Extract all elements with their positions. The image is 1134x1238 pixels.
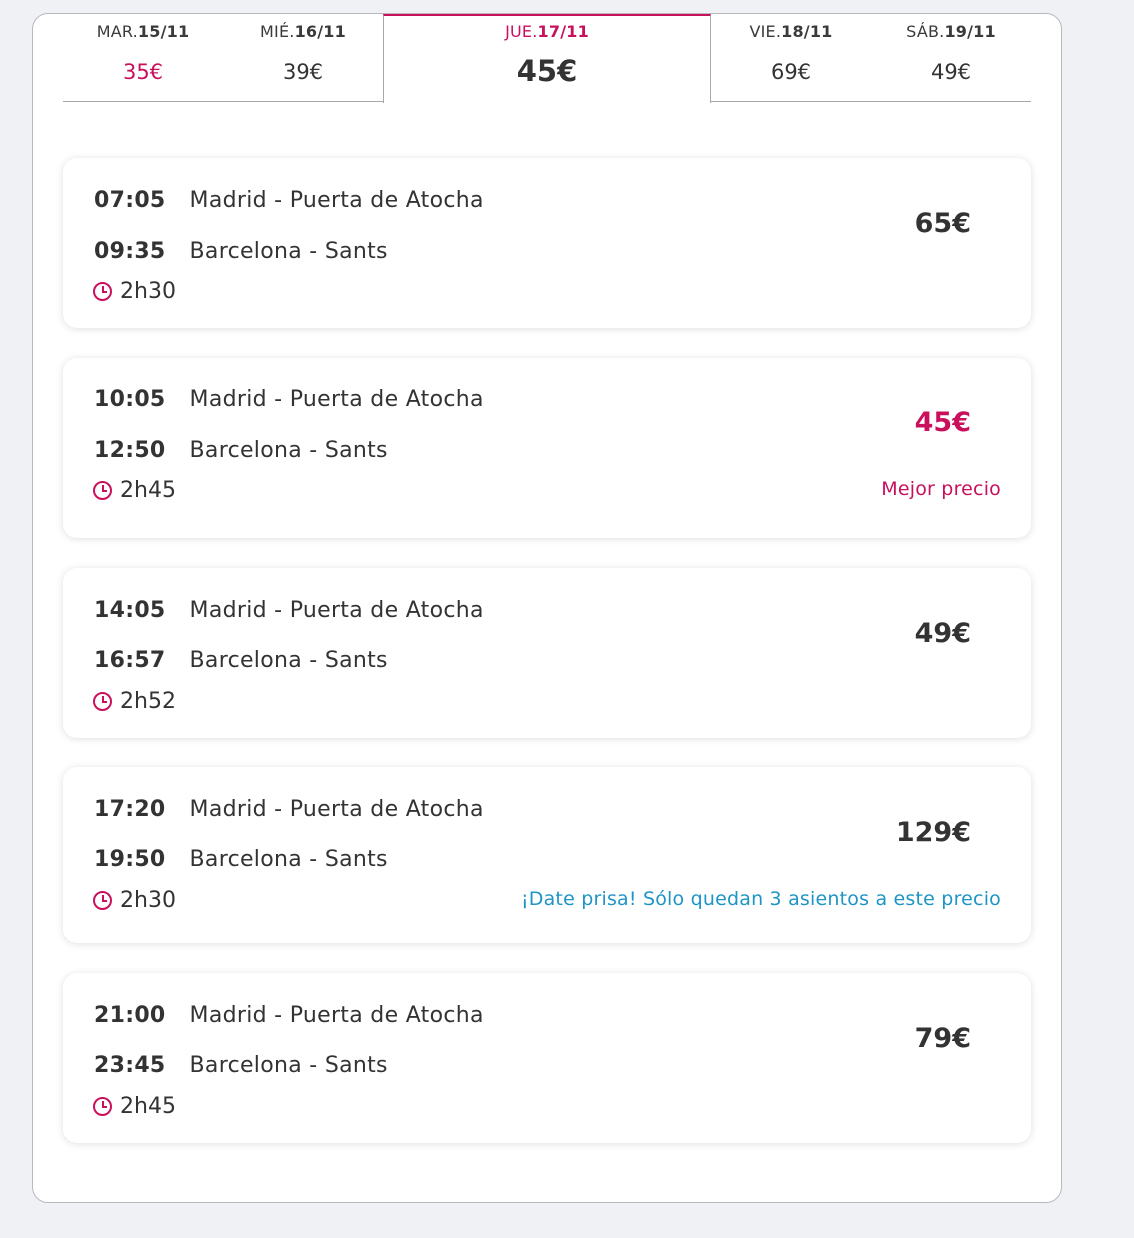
arrival-station: Barcelona - Sants [189, 648, 388, 673]
arrival-row: 23:45 Barcelona - Sants [94, 1053, 388, 1078]
tab-date-label: VIE.18/11 [749, 22, 833, 41]
duration: 2h45 [93, 1094, 176, 1119]
duration-value: 2h30 [120, 279, 176, 304]
arrival-row: 19:50 Barcelona - Sants [94, 847, 388, 872]
arrival-time: 12:50 [94, 438, 166, 463]
departure-row: 14:05 Madrid - Puerta de Atocha [94, 598, 484, 623]
duration-value: 2h30 [120, 888, 176, 913]
departure-time: 10:05 [94, 387, 166, 412]
departure-station: Madrid - Puerta de Atocha [189, 1003, 484, 1028]
tab-date-16-11[interactable]: MIÉ.16/11 39€ [223, 14, 383, 102]
trip-price: 79€ [914, 1023, 971, 1054]
best-price-label: Mejor precio [881, 478, 1001, 500]
departure-time: 21:00 [94, 1003, 166, 1028]
arrival-station: Barcelona - Sants [189, 239, 388, 264]
tab-date-15-11[interactable]: MAR.15/11 35€ [63, 14, 223, 102]
tab-price: 39€ [282, 60, 324, 84]
arrival-station: Barcelona - Sants [189, 1053, 388, 1078]
tab-date-17-11[interactable]: JUE.17/11 45€ [383, 14, 711, 105]
duration-value: 2h45 [120, 1094, 176, 1119]
duration-value: 2h52 [120, 689, 176, 714]
trip-card[interactable]: 10:05 Madrid - Puerta de Atocha 12:50 Barc… [63, 358, 1031, 538]
trip-price: 49€ [914, 618, 971, 649]
duration: 2h30 [93, 888, 176, 913]
arrival-time: 23:45 [94, 1053, 166, 1078]
clock-icon [93, 891, 112, 910]
departure-station: Madrid - Puerta de Atocha [189, 797, 484, 822]
duration: 2h30 [93, 279, 176, 304]
duration-value: 2h45 [120, 478, 176, 503]
departure-station: Madrid - Puerta de Atocha [189, 598, 484, 623]
tab-date-label: SÁB.19/11 [906, 22, 996, 41]
tab-price: 45€ [516, 54, 578, 88]
trip-card[interactable]: 14:05 Madrid - Puerta de Atocha 16:57 Barc… [63, 568, 1031, 738]
departure-row: 21:00 Madrid - Puerta de Atocha [94, 1003, 484, 1028]
low-seats-warning: ¡Date prisa! Sólo quedan 3 asientos a es… [520, 888, 1001, 910]
tab-price: 49€ [930, 60, 972, 84]
trip-card[interactable]: 17:20 Madrid - Puerta de Atocha 19:50 Barc… [63, 767, 1031, 943]
arrival-row: 12:50 Barcelona - Sants [94, 438, 388, 463]
clock-icon [93, 1097, 112, 1116]
trip-card[interactable]: 21:00 Madrid - Puerta de Atocha 23:45 Barc… [63, 973, 1031, 1143]
tab-date-19-11[interactable]: SÁB.19/11 49€ [871, 14, 1031, 102]
arrival-time: 19:50 [94, 847, 166, 872]
departure-time: 07:05 [94, 188, 166, 213]
tab-price: 35€ [122, 60, 164, 84]
trip-price: 45€ [914, 407, 971, 438]
tab-date-label: MAR.15/11 [96, 22, 190, 41]
clock-icon [93, 481, 112, 500]
arrival-station: Barcelona - Sants [189, 438, 388, 463]
trip-card[interactable]: 07:05 Madrid - Puerta de Atocha 09:35 Barc… [63, 158, 1031, 328]
trip-price: 65€ [914, 208, 971, 239]
departure-time: 17:20 [94, 797, 166, 822]
departure-station: Madrid - Puerta de Atocha [189, 387, 484, 412]
date-tabs: MAR.15/11 35€ MIÉ.16/11 39€ JUE.17/11 45… [63, 14, 1031, 105]
tab-date-18-11[interactable]: VIE.18/11 69€ [711, 14, 871, 102]
departure-row: 17:20 Madrid - Puerta de Atocha [94, 797, 484, 822]
departure-time: 14:05 [94, 598, 166, 623]
arrival-station: Barcelona - Sants [189, 847, 388, 872]
duration: 2h45 [93, 478, 176, 503]
clock-icon [93, 692, 112, 711]
trip-price: 129€ [895, 817, 971, 848]
tab-date-label: JUE.17/11 [505, 22, 589, 41]
duration: 2h52 [93, 689, 176, 714]
departure-row: 10:05 Madrid - Puerta de Atocha [94, 387, 484, 412]
departure-row: 07:05 Madrid - Puerta de Atocha [94, 188, 484, 213]
arrival-time: 16:57 [94, 648, 166, 673]
tab-price: 69€ [770, 60, 812, 84]
departure-station: Madrid - Puerta de Atocha [189, 188, 484, 213]
arrival-row: 16:57 Barcelona - Sants [94, 648, 388, 673]
arrival-time: 09:35 [94, 239, 166, 264]
arrival-row: 09:35 Barcelona - Sants [94, 239, 388, 264]
tab-date-label: MIÉ.16/11 [260, 22, 346, 41]
clock-icon [93, 282, 112, 301]
trip-results-panel: MAR.15/11 35€ MIÉ.16/11 39€ JUE.17/11 45… [32, 13, 1062, 1203]
